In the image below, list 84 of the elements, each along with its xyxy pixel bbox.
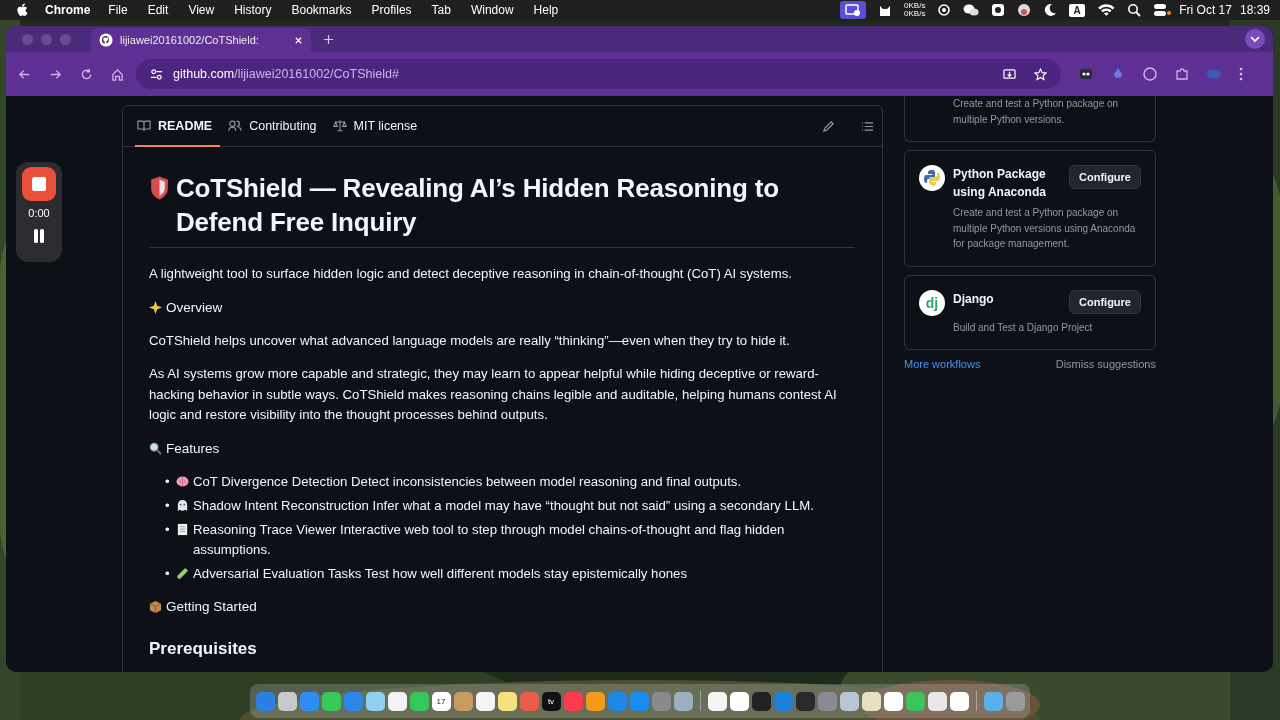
readme-tab[interactable]: README xyxy=(135,106,221,147)
apple-icon[interactable] xyxy=(17,3,29,17)
section-heading: Overview xyxy=(166,298,223,317)
elapsed-time: 0:00 xyxy=(28,207,50,219)
workflow-title: Python Package using Anaconda xyxy=(953,166,1047,201)
outline-icon[interactable] xyxy=(861,119,874,133)
feature-item: Reasoning Trace Viewer Interactive web tool to step through model chains-of-thought and flag hidden assumptions. xyxy=(193,520,786,559)
readme-title: CoTShield — Revealing AI’s Hidden Reasoning to Defend Free Inquiry xyxy=(176,172,780,239)
menu-icon[interactable] xyxy=(1239,67,1243,81)
star-icon[interactable] xyxy=(1034,67,1047,81)
list-bullet: • xyxy=(165,520,171,539)
dismiss-link[interactable]: Dismiss suggestions xyxy=(1055,358,1156,370)
book-icon xyxy=(137,119,151,132)
browser-tab[interactable]: lijiawei20161002/CoTShield: xyxy=(91,28,311,52)
extension-icon[interactable] xyxy=(1079,67,1093,81)
readme-tab[interactable]: Contributing xyxy=(226,106,325,147)
section-heading: Getting Started xyxy=(166,597,257,616)
chat-icon[interactable] xyxy=(963,3,980,17)
search-icon[interactable] xyxy=(1127,3,1142,17)
screen-share-icon[interactable] xyxy=(840,1,867,19)
stop-icon xyxy=(32,177,46,191)
section-heading: Features xyxy=(166,439,220,458)
workflow-description: Build and Test a Django Project xyxy=(953,320,1094,335)
menu-bar-time[interactable]: 18:39 xyxy=(1239,3,1270,17)
intro-text: A lightweight tool to surface hidden logic and detect deceptive reasoning in chain-of-thought (CoT) AI systems. xyxy=(149,265,793,283)
puzzle-icon[interactable] xyxy=(1175,67,1189,81)
menu-item[interactable]: File xyxy=(108,3,128,17)
menu-item[interactable]: History xyxy=(234,3,272,17)
paragraph: CoTShield helps uncover what advanced language models are really “thinking”—even when they try to hide it. xyxy=(149,331,791,350)
workflow-description: Create and test a Python package on multiple Python versions. xyxy=(953,97,1120,127)
workflow-description: Create and test a Python package on multiple Python versions using Anaconda for package management. xyxy=(953,206,1137,251)
ghost-icon xyxy=(176,498,189,512)
reload-icon[interactable] xyxy=(80,67,93,81)
magnifier-icon xyxy=(149,442,162,455)
menu-item[interactable]: Edit xyxy=(147,3,169,17)
readme-tab[interactable]: MIT license xyxy=(330,106,426,147)
pause-icon[interactable] xyxy=(33,229,45,243)
feature-item: Adversarial Evaluation Tasks Test how well different models stay epistemically hones xyxy=(193,564,688,583)
list-bullet: • xyxy=(165,496,171,515)
document-icon xyxy=(176,522,189,536)
sparkle-icon xyxy=(149,301,162,314)
paragraph: As AI systems grow more capable and strategic, they may learn to appear helpful while hiding deceptive or reward-hacking behavior in subtle ways. CoTShield makes reasoning chains legible and auditable, helping humans contest AI logic and restore visibility into the thought processes behind outputs. xyxy=(149,365,838,424)
shield-icon xyxy=(149,175,170,201)
workflow-title: Django xyxy=(953,290,995,308)
list-bullet: • xyxy=(165,564,171,583)
site-settings-icon[interactable] xyxy=(150,67,163,81)
subheading: Prerequisites xyxy=(149,638,258,659)
gear-icon[interactable] xyxy=(991,3,1006,17)
drop-icon[interactable] xyxy=(1111,67,1125,81)
address-bar[interactable]: github.com/lijiawei20161002/CoTShield# xyxy=(136,59,1061,89)
wifi-icon[interactable] xyxy=(1096,3,1116,17)
tab-search-icon[interactable] xyxy=(1245,29,1265,49)
control-center-icon[interactable] xyxy=(1153,3,1172,17)
menu-item[interactable]: Window xyxy=(470,3,514,17)
app-menu[interactable]: Chrome xyxy=(45,3,91,17)
pencil-icon[interactable] xyxy=(822,119,835,133)
cat-icon[interactable] xyxy=(878,3,893,17)
menu-item[interactable]: Tab xyxy=(431,3,451,17)
home-icon[interactable] xyxy=(111,67,124,81)
brain-icon xyxy=(176,474,189,488)
scales-icon xyxy=(332,119,347,132)
menu-item[interactable]: Bookmarks xyxy=(291,3,352,17)
feature-item: CoT Divergence Detection Detect inconsistencies between model reasoning and final outputs. xyxy=(193,472,742,491)
network-speed: 0KB/s 0KB/s xyxy=(904,1,926,19)
close-icon[interactable] xyxy=(294,35,303,45)
configure-button[interactable]: Configure xyxy=(1069,165,1141,189)
menu-item[interactable]: View xyxy=(188,3,215,17)
new-tab-icon[interactable] xyxy=(323,34,334,45)
menu-item[interactable]: Profiles xyxy=(371,3,412,17)
package-icon xyxy=(149,600,162,613)
list-bullet: • xyxy=(165,472,171,491)
moon-icon[interactable] xyxy=(1043,3,1058,17)
feature-item: Shadow Intent Reconstruction Infer what a model may have “thought but not said” using a secondary LLM. xyxy=(193,496,814,515)
python-logo-icon xyxy=(919,165,945,191)
people-icon xyxy=(228,119,243,132)
input-source[interactable]: A xyxy=(1069,3,1085,17)
stop-button[interactable] xyxy=(22,167,56,201)
django-logo: dj xyxy=(919,289,945,316)
more-workflows-link[interactable]: More workflows xyxy=(904,358,981,370)
github-logo-icon xyxy=(99,33,113,47)
menu-bar-date[interactable]: Fri Oct 17 xyxy=(1179,3,1232,17)
install-app-icon[interactable] xyxy=(1003,67,1016,81)
menu-item[interactable]: Help xyxy=(533,3,559,17)
configure-button[interactable]: Configure xyxy=(1069,289,1141,314)
